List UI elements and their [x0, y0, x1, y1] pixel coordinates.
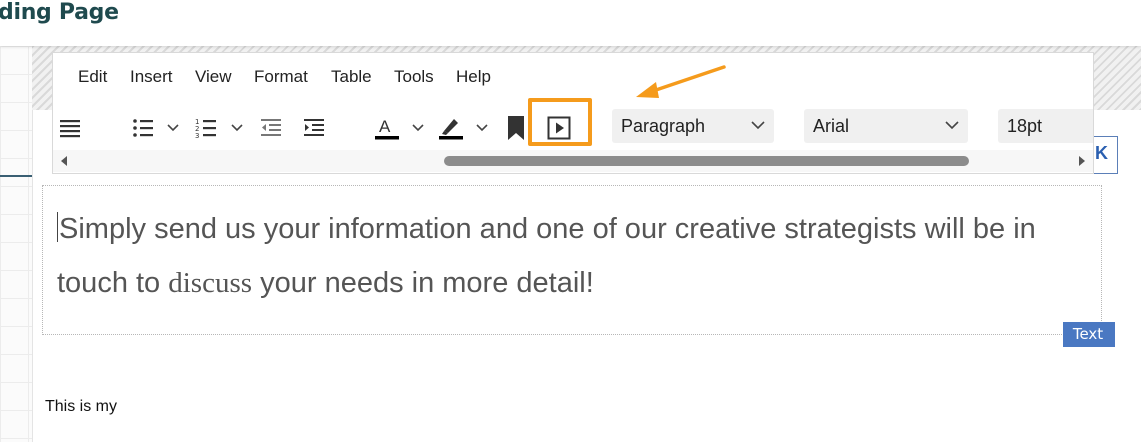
chevron-down-icon [412, 124, 424, 132]
numbered-list-button[interactable]: 1 2 3 [195, 113, 217, 143]
chevron-down-icon [751, 121, 765, 130]
highlight-icon [439, 119, 463, 140]
block-format-value: Paragraph [621, 115, 706, 136]
bookmark-icon [508, 116, 524, 140]
numbered-list-icon: 1 2 3 [195, 118, 216, 139]
media-button-highlight-box [528, 98, 592, 146]
align-justify-icon [60, 120, 80, 138]
below-content-text: This is my [45, 398, 117, 415]
text-caret [57, 212, 58, 242]
font-size-select[interactable]: 18pt [998, 109, 1093, 143]
menu-edit[interactable]: Edit [78, 67, 107, 87]
menu-insert[interactable]: Insert [130, 67, 173, 87]
text-color-button[interactable]: A [374, 113, 400, 143]
highlight-button[interactable] [438, 113, 464, 143]
font-size-value: 18pt [1007, 115, 1043, 136]
align-justify-button[interactable] [59, 113, 81, 143]
left-grid-panel [0, 46, 33, 442]
scroll-right-arrow-icon[interactable] [1077, 155, 1087, 167]
bookmark-button[interactable] [507, 113, 525, 143]
text-element-badge[interactable]: Text [1063, 322, 1113, 347]
chevron-down-icon [945, 121, 959, 130]
numbered-list-dropdown[interactable] [230, 113, 244, 143]
bullet-list-button[interactable] [132, 113, 154, 143]
highlight-dropdown[interactable] [475, 113, 489, 143]
text-color-dropdown[interactable] [411, 113, 425, 143]
text-color-icon: A [375, 117, 399, 140]
menu-bar: Edit Insert View Format Table Tools Help [53, 53, 1093, 97]
editor-toolbar: Edit Insert View Format Table Tools Help… [52, 52, 1094, 174]
editor-line-2-end: your needs in more detail! [252, 267, 594, 299]
page-header: ding Page [0, 0, 1141, 46]
chevron-down-icon [167, 124, 179, 132]
annotation-arrow-icon [636, 65, 726, 98]
menu-view[interactable]: View [195, 67, 232, 87]
editor-line-1: Simply send us your information and one … [59, 213, 1036, 245]
menu-table[interactable]: Table [331, 67, 372, 87]
chevron-down-icon [231, 124, 243, 132]
font-family-select[interactable]: Arial [804, 109, 968, 143]
editor-content[interactable]: Simply send us your information and one … [57, 202, 1087, 310]
bullet-list-dropdown[interactable] [166, 113, 180, 143]
side-panel-peek[interactable]: K [1093, 136, 1118, 174]
font-family-value: Arial [813, 115, 850, 136]
svg-text:3: 3 [195, 132, 199, 139]
indent-button[interactable] [303, 113, 325, 143]
editor-line-2-word: discuss [168, 267, 253, 299]
chevron-down-icon [476, 124, 488, 132]
svg-text:A: A [379, 117, 391, 136]
outdent-icon [261, 119, 281, 136]
badge-edge [1113, 322, 1115, 347]
page-title: ding Page [0, 0, 119, 25]
text-editor-area[interactable]: Simply send us your information and one … [42, 185, 1102, 335]
indent-icon [304, 119, 324, 136]
outdent-button[interactable] [260, 113, 282, 143]
toolbar-scrollbar[interactable] [53, 150, 1093, 172]
scrollbar-thumb[interactable] [444, 156, 969, 166]
scroll-left-arrow-icon[interactable] [59, 155, 69, 167]
menu-tools[interactable]: Tools [394, 67, 434, 87]
side-panel-label: K [1095, 143, 1108, 163]
menu-help[interactable]: Help [456, 67, 491, 87]
left-divider-line [0, 175, 32, 177]
menu-format[interactable]: Format [254, 67, 308, 87]
block-format-select[interactable]: Paragraph [612, 109, 774, 143]
bullet-list-icon [133, 119, 153, 137]
editor-line-2-start: touch to [57, 267, 169, 299]
